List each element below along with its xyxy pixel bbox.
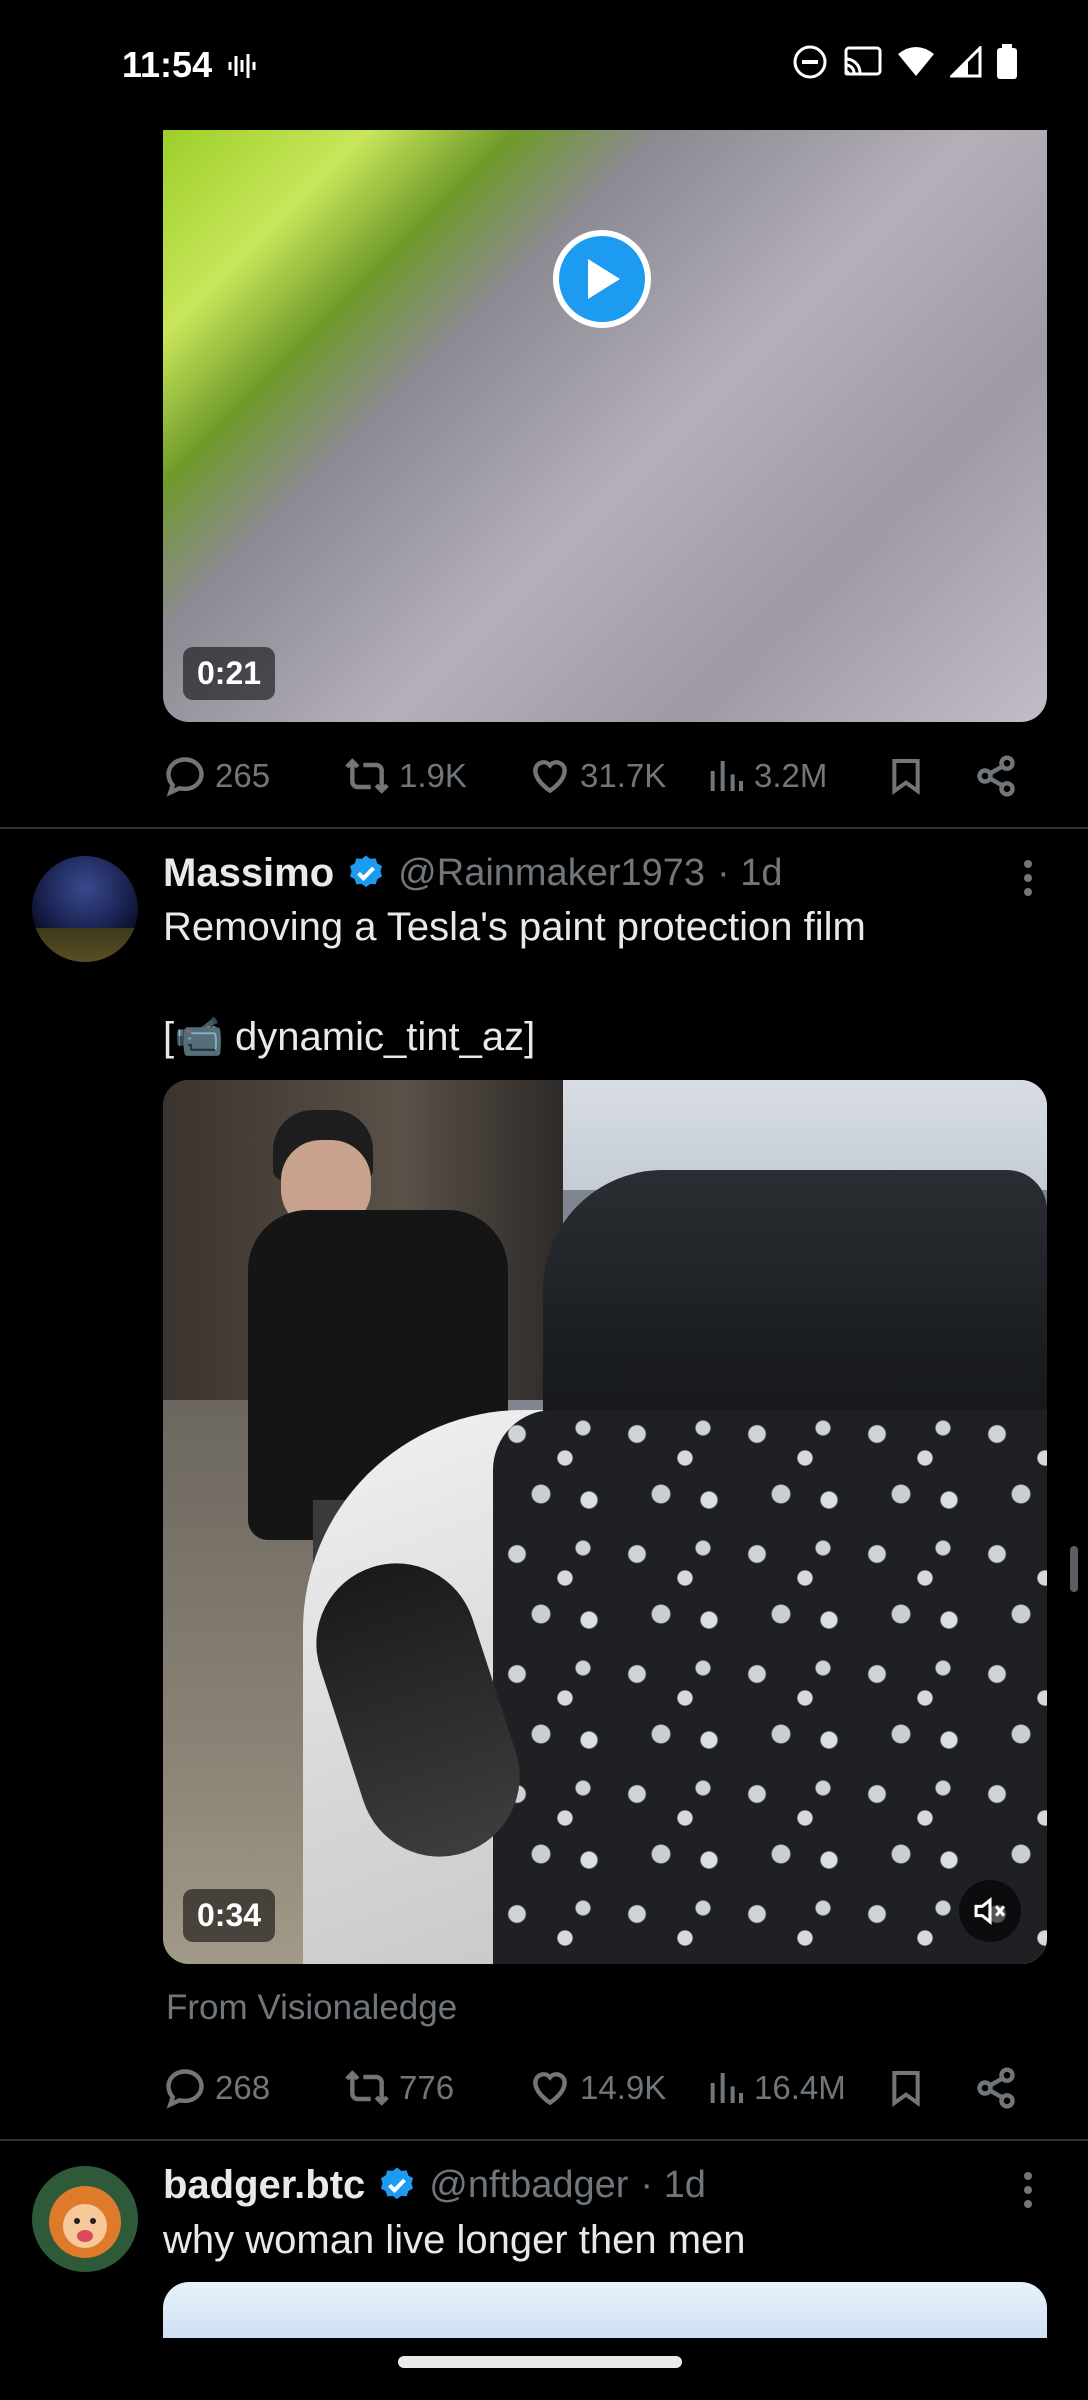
bookmark-button[interactable] — [886, 2066, 974, 2110]
post2-actions: 268 776 14.9K 16.4M — [163, 2058, 1053, 2118]
muted-speaker-icon — [974, 1896, 1006, 1926]
views-icon — [710, 761, 743, 791]
avatar[interactable] — [32, 856, 138, 962]
post-credit: [📹 dynamic_tint_az] — [163, 1015, 536, 1059]
author-name[interactable]: Massimo — [163, 851, 334, 896]
verified-badge-icon — [350, 855, 383, 888]
repost-count: 1.9K — [399, 757, 467, 794]
repost-icon — [345, 758, 389, 794]
share-button[interactable] — [974, 754, 1018, 798]
do-not-disturb-icon — [793, 45, 827, 79]
lion-avatar-icon — [49, 2186, 121, 2258]
more-options-icon[interactable] — [1024, 854, 1034, 902]
play-button[interactable] — [553, 230, 651, 328]
bookmark-icon — [892, 2071, 920, 2107]
heart-icon — [533, 2072, 567, 2106]
scrollbar-thumb[interactable] — [1070, 1546, 1078, 1592]
video-duration: 0:21 — [183, 647, 276, 700]
post2-video[interactable]: 0:34 — [163, 1080, 1047, 1964]
post-text: why woman live longer then men — [163, 2218, 746, 2262]
share-icon — [977, 755, 1015, 797]
wifi-icon — [898, 47, 934, 76]
cast-icon — [844, 46, 882, 76]
avatar[interactable] — [32, 2166, 138, 2272]
video-duration: 0:34 — [183, 1889, 276, 1942]
home-gesture-bar[interactable] — [398, 2356, 682, 2368]
repost-icon — [345, 2070, 389, 2106]
battery-icon — [997, 44, 1017, 79]
reply-button[interactable]: 268 — [163, 2066, 343, 2110]
post2-header: Massimo @Rainmaker1973 · 1d — [163, 846, 783, 900]
mute-button[interactable] — [959, 1880, 1021, 1942]
signal-icon — [950, 46, 982, 78]
views-button[interactable]: 16.4M — [706, 2066, 886, 2110]
author-name[interactable]: badger.btc — [163, 2163, 365, 2208]
author-handle[interactable]: @Rainmaker1973 — [398, 852, 705, 895]
views-count: 3.2M — [754, 757, 828, 794]
bookmark-button[interactable] — [886, 754, 974, 798]
heart-icon — [533, 760, 567, 794]
status-bar: 11:54 — [0, 0, 1088, 130]
status-time: 11:54 — [122, 44, 213, 85]
reply-button[interactable]: 265 — [163, 754, 343, 798]
divider — [0, 2139, 1088, 2141]
play-icon — [588, 259, 620, 299]
from-source[interactable]: From Visionaledge — [166, 1988, 457, 2028]
audio-wave-icon — [228, 54, 256, 78]
repost-button[interactable]: 1.9K — [343, 754, 528, 798]
views-icon — [710, 2073, 743, 2103]
share-icon — [977, 2067, 1015, 2109]
reply-count: 265 — [215, 757, 271, 794]
views-button[interactable]: 3.2M — [706, 754, 886, 798]
views-count: 16.4M — [754, 2069, 846, 2106]
reply-icon — [166, 757, 204, 797]
like-button[interactable]: 31.7K — [528, 754, 706, 798]
reply-count: 268 — [215, 2069, 271, 2106]
author-handle[interactable]: @nftbadger — [429, 2164, 628, 2207]
bookmark-icon — [892, 759, 920, 795]
repost-button[interactable]: 776 — [343, 2066, 528, 2110]
reply-icon — [166, 2069, 204, 2109]
post1-actions: 265 1.9K 31.7K 3.2M — [163, 746, 1053, 806]
like-button[interactable]: 14.9K — [528, 2066, 706, 2110]
post-text: Removing a Tesla's paint protection film — [163, 905, 866, 949]
repost-count: 776 — [399, 2069, 455, 2106]
post3-media[interactable] — [163, 2282, 1047, 2338]
more-options-icon[interactable] — [1024, 2166, 1034, 2214]
share-button[interactable] — [974, 2066, 1018, 2110]
post1-video[interactable]: 0:21 — [163, 130, 1047, 722]
like-count: 14.9K — [580, 2069, 667, 2106]
like-count: 31.7K — [580, 757, 667, 794]
post3-header: badger.btc @nftbadger · 1d — [163, 2158, 706, 2212]
post-time: · 1d — [717, 851, 783, 894]
status-icons — [792, 44, 1018, 80]
verified-badge-icon — [381, 2167, 414, 2200]
post-time: · 1d — [640, 2163, 706, 2206]
divider — [0, 827, 1088, 829]
